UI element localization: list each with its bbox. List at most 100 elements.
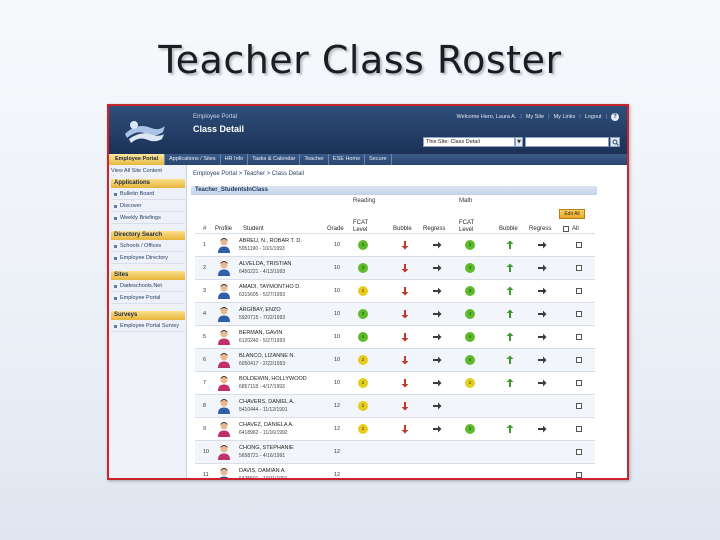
sidebar-item-weekly-briefings[interactable]: Weekly Briefings [111, 213, 185, 224]
row-select-checkbox[interactable] [576, 380, 582, 386]
row-select-checkbox[interactable] [576, 449, 582, 455]
math-bubble-up-arrow-icon [505, 309, 515, 319]
reading-fcat-level-badge: 4 [358, 332, 368, 342]
search-input[interactable] [525, 137, 609, 147]
row-select-checkbox[interactable] [576, 357, 582, 363]
reading-bubble-down-arrow-icon [400, 332, 410, 342]
student-name[interactable]: CHAVERS, DANIEL A. [239, 399, 294, 405]
avatar-icon[interactable] [217, 283, 231, 299]
help-icon[interactable]: ? [611, 113, 619, 121]
my-site-link[interactable]: My Site [526, 114, 544, 120]
math-bubble-up-arrow-icon [505, 240, 515, 250]
search-icon [612, 139, 619, 146]
table-row: 10 CHONG, STEPHANIE 5658721 - 4/16/1991 12 [195, 440, 595, 463]
student-grade: 12 [334, 449, 341, 455]
view-all-site-content-link[interactable]: View All Site Content [111, 168, 162, 174]
chevron-down-icon[interactable]: ▼ [515, 137, 523, 147]
search-button[interactable] [610, 137, 620, 147]
student-name[interactable]: ABREU, N., ROBAR T. D. [239, 238, 302, 244]
reading-bubble-down-arrow-icon [400, 401, 410, 411]
sidebar-item-employee-portal[interactable]: Employee Portal [111, 293, 185, 304]
reading-fcat-level-badge: 2 [358, 401, 368, 411]
student-name[interactable]: DAVIS, DAMIAN A. [239, 468, 286, 474]
select-all-checkbox[interactable] [563, 226, 569, 232]
sidebar-item-dadeschools[interactable]: Dadeschools.Net [111, 281, 185, 292]
reading-fcat-level-badge: 3 [358, 240, 368, 250]
row-select-checkbox[interactable] [576, 334, 582, 340]
col-reading-bubble: Bubble [393, 226, 412, 232]
row-select-checkbox[interactable] [576, 472, 582, 478]
sidebar-item-employee-portal-survey[interactable]: Employee Portal Survey [111, 321, 185, 332]
math-bubble-up-arrow-icon [505, 355, 515, 365]
student-name[interactable]: BLANCO, LIZANNE N. [239, 353, 295, 359]
col-all: All [572, 226, 579, 232]
webpart-title[interactable]: Teacher_StudentsInClass [191, 186, 597, 195]
edit-all-button[interactable]: Edit All [559, 209, 585, 219]
tab-employee-portal[interactable]: Employee Portal [109, 154, 166, 165]
level-text: 3 [468, 242, 472, 247]
portal-header: Employee Portal Class Detail Welcome Her… [109, 106, 627, 154]
avatar-icon[interactable] [217, 444, 231, 460]
avatar-icon[interactable] [217, 398, 231, 414]
tab-secure[interactable]: Secure [365, 154, 392, 165]
col-math-fcat-level: FCAT Level [459, 220, 475, 233]
sidebar-item-schools-offices[interactable]: Schools / Offices [111, 241, 185, 252]
student-grade: 10 [334, 288, 341, 294]
student-name[interactable]: BERMAN, GAVIN [239, 330, 282, 336]
avatar-icon[interactable] [217, 375, 231, 391]
row-select-checkbox[interactable] [576, 265, 582, 271]
sidebar-item-bulletin-board[interactable]: Bulletin Board [111, 189, 185, 200]
row-number: 5 [203, 334, 207, 340]
level-text: 2 [361, 380, 365, 385]
student-name[interactable]: AMADI, TAYMONTHO D. [239, 284, 301, 290]
reading-regress-arrow-icon [432, 263, 442, 273]
row-select-checkbox[interactable] [576, 426, 582, 432]
breadcrumb: Employee Portal > Teacher > Class Detail [193, 171, 304, 177]
col-student: Student [243, 226, 264, 232]
welcome-menu[interactable]: Welcome Hero, Laura A. [457, 114, 517, 120]
table-row: 2 ALVELDA, TRISTIAN 6450221 - 4/13/1993 10 3… [195, 256, 595, 279]
page-title: Class Detail [193, 124, 245, 134]
my-links-link[interactable]: My Links [554, 114, 576, 120]
student-name[interactable]: ARGIBAY, ENZO [239, 307, 281, 313]
row-select-checkbox[interactable] [576, 288, 582, 294]
student-grade: 10 [334, 242, 341, 248]
row-select-checkbox[interactable] [576, 242, 582, 248]
level-text: 4 [468, 311, 472, 316]
col-reading-regress: Regress [423, 226, 446, 232]
avatar-icon[interactable] [217, 352, 231, 368]
reading-fcat-level-badge: 2 [358, 286, 368, 296]
row-select-checkbox[interactable] [576, 403, 582, 409]
tab-tasks-calendar[interactable]: Tasks & Calendar [248, 154, 301, 165]
avatar-icon[interactable] [217, 237, 231, 253]
avatar-icon[interactable] [217, 467, 231, 478]
student-name[interactable]: CHAVEZ, DANIELA A. [239, 422, 294, 428]
math-bubble-up-arrow-icon [505, 424, 515, 434]
avatar-icon[interactable] [217, 329, 231, 345]
tab-hr-info[interactable]: HR Info [221, 154, 249, 165]
avatar-icon[interactable] [217, 421, 231, 437]
student-name[interactable]: BOLDEWIN, HOLLYWOOD [239, 376, 307, 382]
student-name[interactable]: CHONG, STEPHANIE [239, 445, 294, 451]
sidebar-item-employee-directory[interactable]: Employee Directory [111, 253, 185, 264]
sidebar-item-discover[interactable]: Discover [111, 201, 185, 212]
level-text: 2 [361, 288, 365, 293]
level-text: 3 [361, 311, 365, 316]
reading-bubble-down-arrow-icon [400, 355, 410, 365]
tab-ese-home[interactable]: ESE Home [329, 154, 366, 165]
reading-bubble-down-arrow-icon [400, 286, 410, 296]
student-id-dob: 5658721 - 4/16/1991 [239, 453, 286, 459]
row-select-checkbox[interactable] [576, 311, 582, 317]
student-name[interactable]: ALVELDA, TRISTIAN [239, 261, 291, 267]
avatar-icon[interactable] [217, 260, 231, 276]
search-scope-select[interactable]: This Site: Class Detail [423, 137, 515, 147]
col-profile: Profile [215, 226, 233, 232]
level-text: 4 [361, 334, 365, 339]
tab-teacher[interactable]: Teacher [300, 154, 329, 165]
tab-applications-sites[interactable]: Applications / Sites [165, 154, 221, 165]
avatar-icon[interactable] [217, 306, 231, 322]
logout-link[interactable]: Logout [585, 114, 602, 120]
math-regress-arrow-icon [537, 332, 547, 342]
math-fcat-level-badge: 3 [465, 286, 475, 296]
sidebar-section-directory-search: Directory Search [111, 231, 185, 240]
